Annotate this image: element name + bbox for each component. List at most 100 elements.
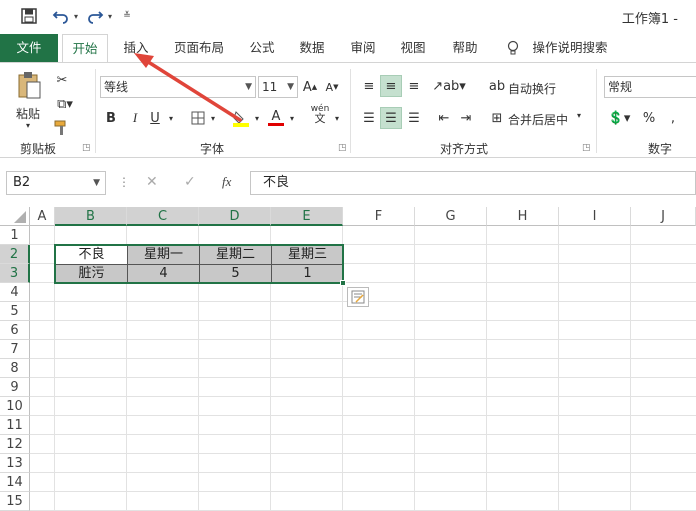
- merge-center-button[interactable]: 合并后居中: [508, 111, 568, 128]
- decrease-font-size-button[interactable]: A ▼: [324, 76, 340, 98]
- paste-dropdown-icon[interactable]: ▾: [26, 121, 30, 130]
- wrap-text-icon[interactable]: ab: [488, 75, 506, 97]
- row-header-15[interactable]: 15: [0, 492, 30, 511]
- orientation-icon[interactable]: ↗ab▾: [432, 75, 466, 97]
- tab-view[interactable]: 视图: [395, 34, 431, 62]
- tab-formulas[interactable]: 公式: [244, 34, 280, 62]
- borders-dropdown-icon[interactable]: ▾: [208, 107, 218, 129]
- lightbulb-icon[interactable]: [504, 34, 522, 62]
- merge-center-icon[interactable]: ⊞: [488, 107, 506, 129]
- tab-home[interactable]: 开始: [62, 34, 108, 64]
- row-header-5[interactable]: 5: [0, 302, 30, 321]
- tab-data[interactable]: 数据: [294, 34, 330, 62]
- paste-icon[interactable]: [14, 69, 44, 101]
- column-header-g[interactable]: G: [415, 207, 487, 226]
- row-header-13[interactable]: 13: [0, 454, 30, 473]
- comma-style-icon[interactable]: ,: [664, 107, 682, 129]
- font-color-button[interactable]: A: [266, 107, 286, 129]
- increase-indent-icon[interactable]: ⇥: [456, 107, 476, 129]
- column-header-i[interactable]: I: [559, 207, 631, 226]
- underline-button[interactable]: U: [146, 107, 164, 129]
- row-header-1[interactable]: 1: [0, 226, 30, 245]
- align-bottom-icon[interactable]: ≡: [403, 75, 425, 97]
- row-header-3[interactable]: 3: [0, 264, 30, 283]
- wrap-text-button[interactable]: 自动换行: [508, 80, 556, 97]
- align-top-icon[interactable]: ≡: [358, 75, 380, 97]
- accounting-format-icon[interactable]: 💲▾: [604, 107, 634, 129]
- row-header-8[interactable]: 8: [0, 359, 30, 378]
- borders-icon[interactable]: [188, 107, 208, 129]
- cut-icon[interactable]: ✂: [52, 69, 72, 91]
- chevron-down-icon[interactable]: ▼: [287, 77, 294, 97]
- font-launcher-icon[interactable]: ◳: [338, 143, 347, 153]
- formula-input[interactable]: 不良: [250, 171, 696, 195]
- copy-icon[interactable]: ⧉▾: [52, 93, 78, 115]
- align-left-icon[interactable]: ☰: [358, 107, 380, 129]
- align-center-icon[interactable]: ☰: [380, 107, 402, 129]
- worksheet-grid[interactable]: A B C D E F G H I J 1 2 3 4 5 6 7 8 9 10…: [0, 207, 696, 511]
- font-size-combo[interactable]: 11 ▼: [258, 76, 298, 98]
- insert-function-button[interactable]: fx: [222, 174, 231, 190]
- row-header-14[interactable]: 14: [0, 473, 30, 492]
- italic-button[interactable]: I: [126, 107, 144, 129]
- customize-qat-icon[interactable]: ≚: [122, 6, 132, 26]
- underline-dropdown-icon[interactable]: ▾: [166, 107, 176, 129]
- column-header-d[interactable]: D: [199, 207, 271, 226]
- clipboard-launcher-icon[interactable]: ◳: [82, 143, 91, 153]
- column-header-e[interactable]: E: [271, 207, 343, 226]
- redo-icon[interactable]: [84, 6, 106, 26]
- increase-font-size-button[interactable]: A ▲: [302, 76, 318, 98]
- alignment-launcher-icon[interactable]: ◳: [582, 143, 591, 153]
- column-header-b[interactable]: B: [55, 207, 127, 226]
- column-header-h[interactable]: H: [487, 207, 559, 226]
- fill-handle[interactable]: [340, 280, 346, 286]
- select-all-corner[interactable]: [0, 207, 30, 226]
- row-header-10[interactable]: 10: [0, 397, 30, 416]
- row-header-11[interactable]: 11: [0, 416, 30, 435]
- chevron-down-icon[interactable]: ▼: [245, 77, 252, 97]
- row-header-6[interactable]: 6: [0, 321, 30, 340]
- bold-button[interactable]: B: [102, 107, 120, 129]
- column-header-j[interactable]: J: [631, 207, 696, 226]
- name-box[interactable]: B2 ▼: [6, 171, 106, 195]
- phonetic-dropdown-icon[interactable]: ▾: [332, 107, 342, 129]
- number-format-combo[interactable]: 常规: [604, 76, 696, 98]
- tab-insert[interactable]: 插入: [114, 34, 158, 62]
- fill-color-dropdown-icon[interactable]: ▾: [252, 107, 262, 129]
- tell-me-search[interactable]: 操作说明搜索: [530, 34, 610, 62]
- row-header-2[interactable]: 2: [0, 245, 30, 264]
- enter-icon[interactable]: ✓: [184, 174, 196, 190]
- tab-review[interactable]: 审阅: [345, 34, 381, 62]
- quick-analysis-icon[interactable]: [347, 287, 369, 307]
- tab-file[interactable]: 文件: [0, 34, 58, 62]
- column-header-a[interactable]: A: [30, 207, 55, 226]
- font-name-combo[interactable]: 等线 ▼: [100, 76, 256, 98]
- format-painter-icon[interactable]: [52, 117, 72, 139]
- column-header-c[interactable]: C: [127, 207, 199, 226]
- row-header-7[interactable]: 7: [0, 340, 30, 359]
- row-header-12[interactable]: 12: [0, 435, 30, 454]
- percent-style-button[interactable]: %: [640, 107, 658, 129]
- tab-page-layout[interactable]: 页面布局: [166, 34, 232, 62]
- align-middle-icon[interactable]: ≡: [380, 75, 402, 97]
- fill-color-icon[interactable]: [230, 107, 252, 129]
- cancel-icon[interactable]: ✕: [146, 174, 158, 190]
- undo-dropdown-icon[interactable]: ▾: [72, 6, 80, 26]
- decrease-indent-icon[interactable]: ⇤: [434, 107, 454, 129]
- font-color-dropdown-icon[interactable]: ▾: [287, 107, 297, 129]
- redo-dropdown-icon[interactable]: ▾: [106, 6, 114, 26]
- tab-help[interactable]: 帮助: [447, 34, 483, 62]
- align-right-icon[interactable]: ☰: [403, 107, 425, 129]
- save-icon[interactable]: [18, 6, 40, 26]
- chevron-down-icon[interactable]: ▼: [93, 172, 100, 194]
- title-bar: ▾ ▾ ≚ 工作簿1 -: [0, 0, 696, 34]
- gridline: [30, 453, 696, 454]
- row-header-4[interactable]: 4: [0, 283, 30, 302]
- merge-dropdown-icon[interactable]: ▾: [577, 111, 581, 120]
- undo-icon[interactable]: [50, 6, 72, 26]
- paste-button[interactable]: 粘贴: [16, 105, 40, 122]
- column-header-f[interactable]: F: [343, 207, 415, 226]
- more-options-icon[interactable]: ⋮: [118, 175, 130, 189]
- row-header-9[interactable]: 9: [0, 378, 30, 397]
- phonetic-guide-button[interactable]: wén 文: [308, 103, 332, 125]
